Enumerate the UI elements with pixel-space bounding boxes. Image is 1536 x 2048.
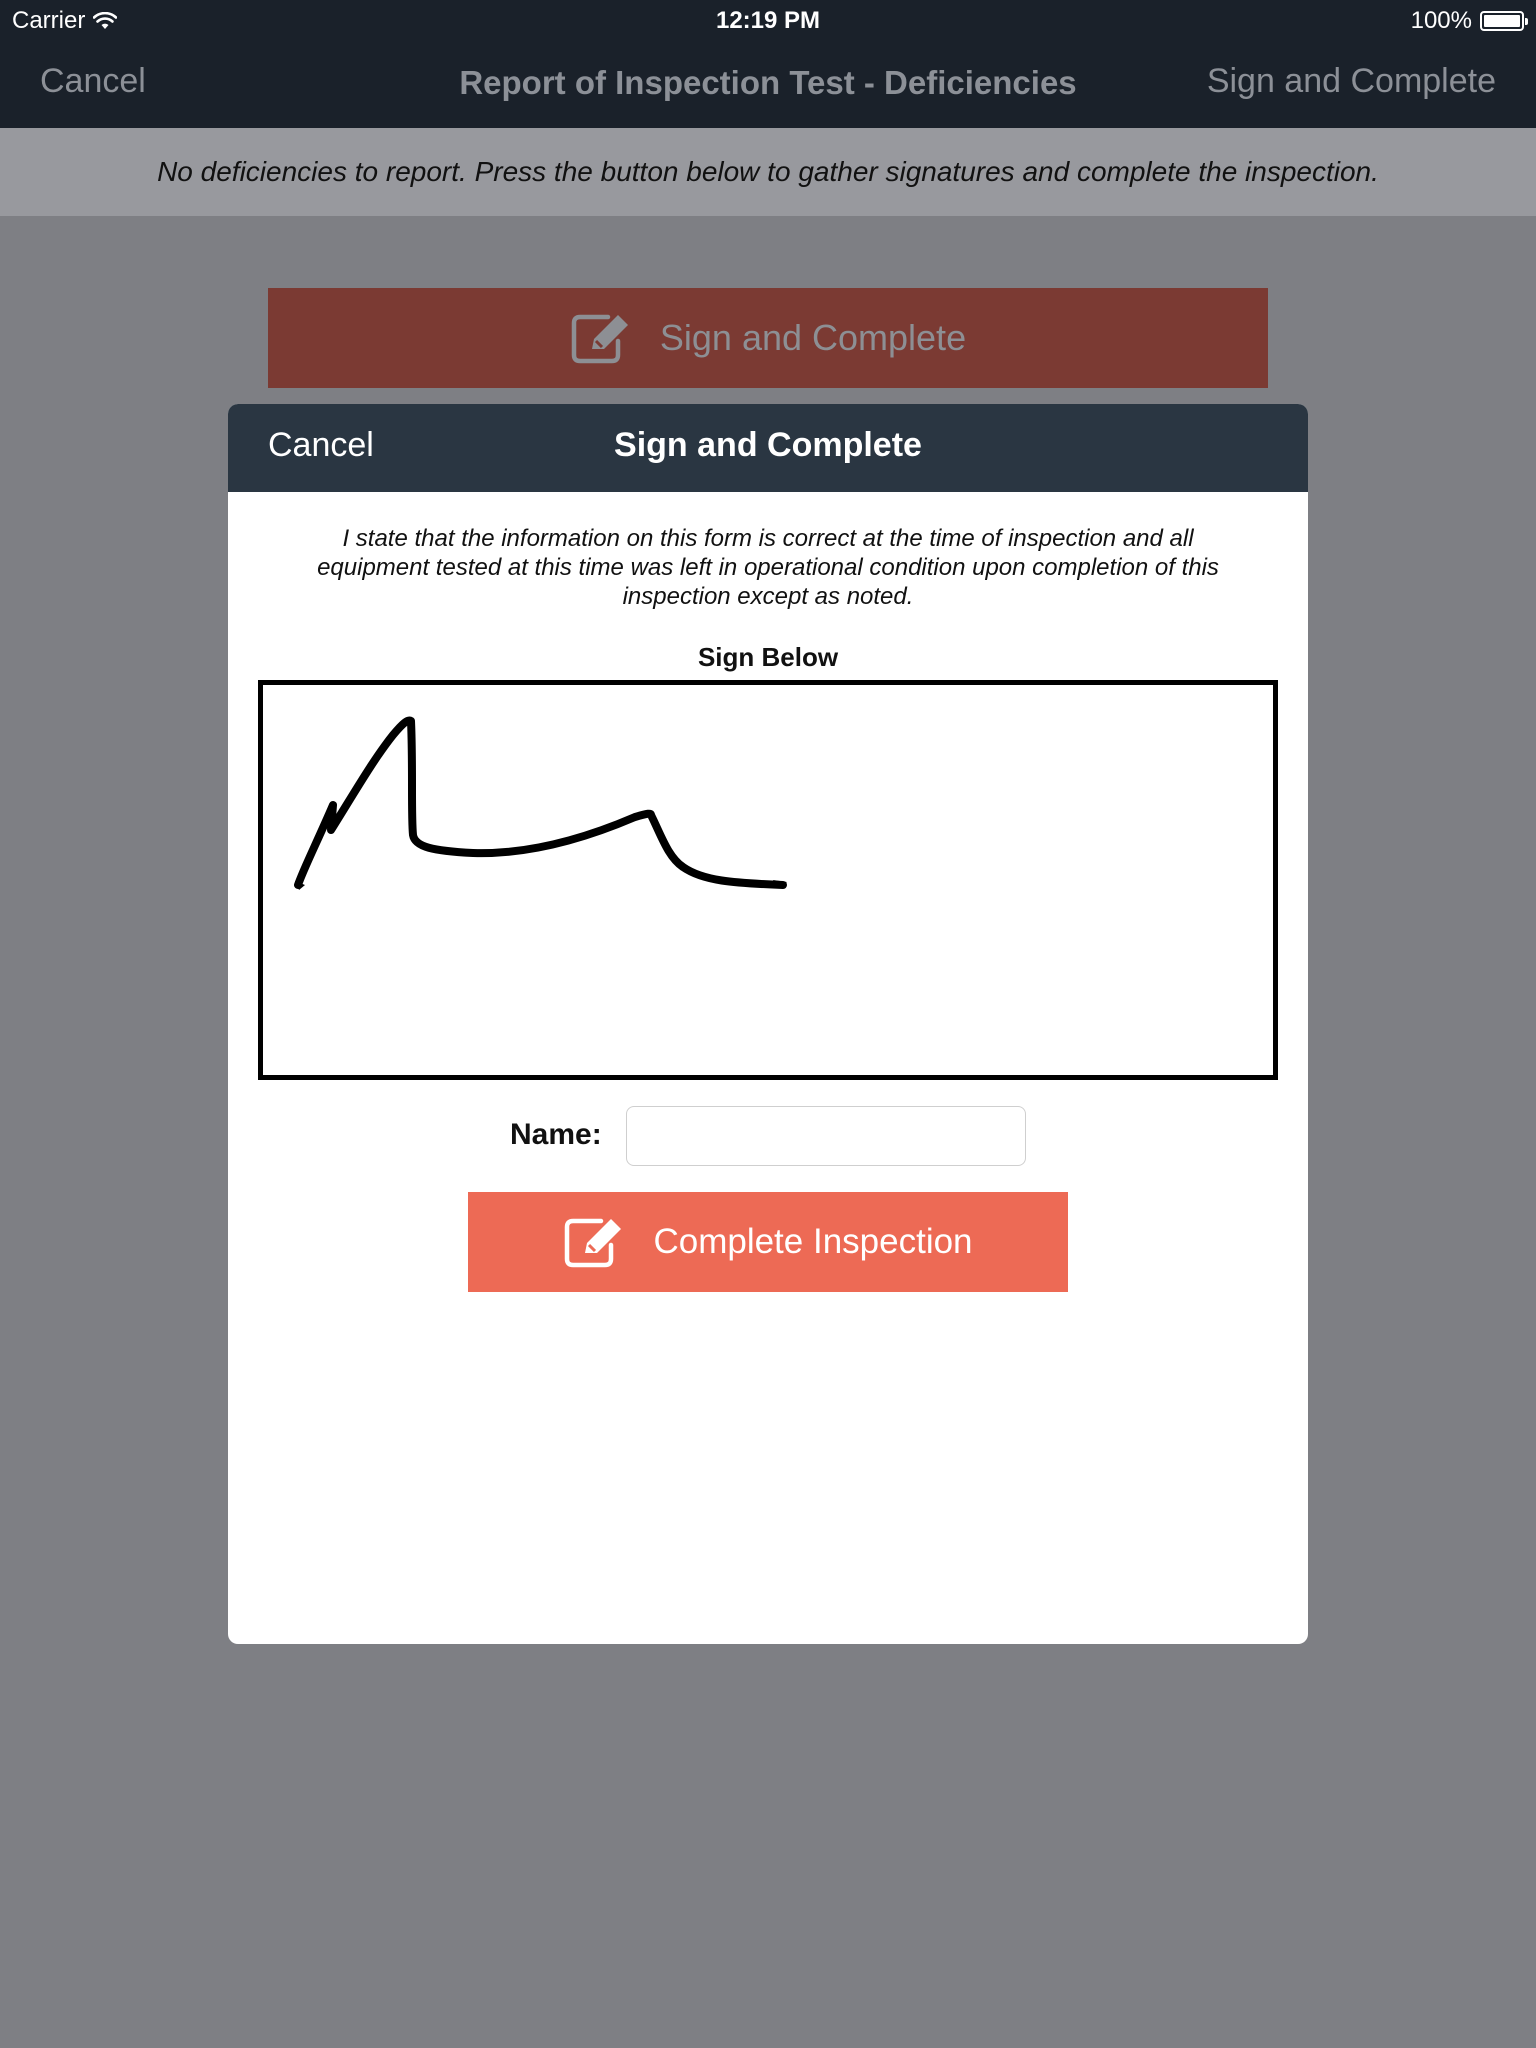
sign-complete-modal: Cancel Sign and Complete I state that th… [228, 404, 1308, 1644]
modal-header: Cancel Sign and Complete [228, 404, 1308, 492]
navigation-bar: Cancel Report of Inspection Test - Defic… [0, 40, 1536, 128]
notice-bar: No deficiencies to report. Press the but… [0, 128, 1536, 216]
signature-stroke [294, 716, 787, 890]
name-label: Name: [510, 1118, 602, 1151]
battery-icon [1480, 11, 1528, 31]
name-input[interactable] [626, 1106, 1026, 1166]
edit-icon [563, 1215, 625, 1269]
sign-below-label: Sign Below [697, 642, 839, 672]
complete-inspection-button[interactable]: Complete Inspection [468, 1192, 1068, 1292]
battery-indicator: 100% [1410, 7, 1528, 35]
modal-title: Sign and Complete [614, 426, 922, 464]
edit-icon [570, 311, 632, 365]
battery-percent: 100% [1410, 7, 1472, 34]
signature-pad[interactable] [258, 680, 1278, 1080]
status-time: 12:19 PM [715, 7, 821, 34]
complete-inspection-label: Complete Inspection [653, 1222, 973, 1261]
notice-text: No deficiencies to report. Press the but… [157, 156, 1379, 187]
certification-statement: I state that the information on this for… [317, 525, 1219, 610]
status-bar: Carrier 12:19 PM 100% [0, 0, 1536, 40]
sign-and-complete-button[interactable]: Sign and Complete [268, 288, 1268, 388]
nav-sign-complete-button[interactable]: Sign and Complete [1207, 62, 1496, 101]
sign-and-complete-label: Sign and Complete [659, 317, 967, 358]
